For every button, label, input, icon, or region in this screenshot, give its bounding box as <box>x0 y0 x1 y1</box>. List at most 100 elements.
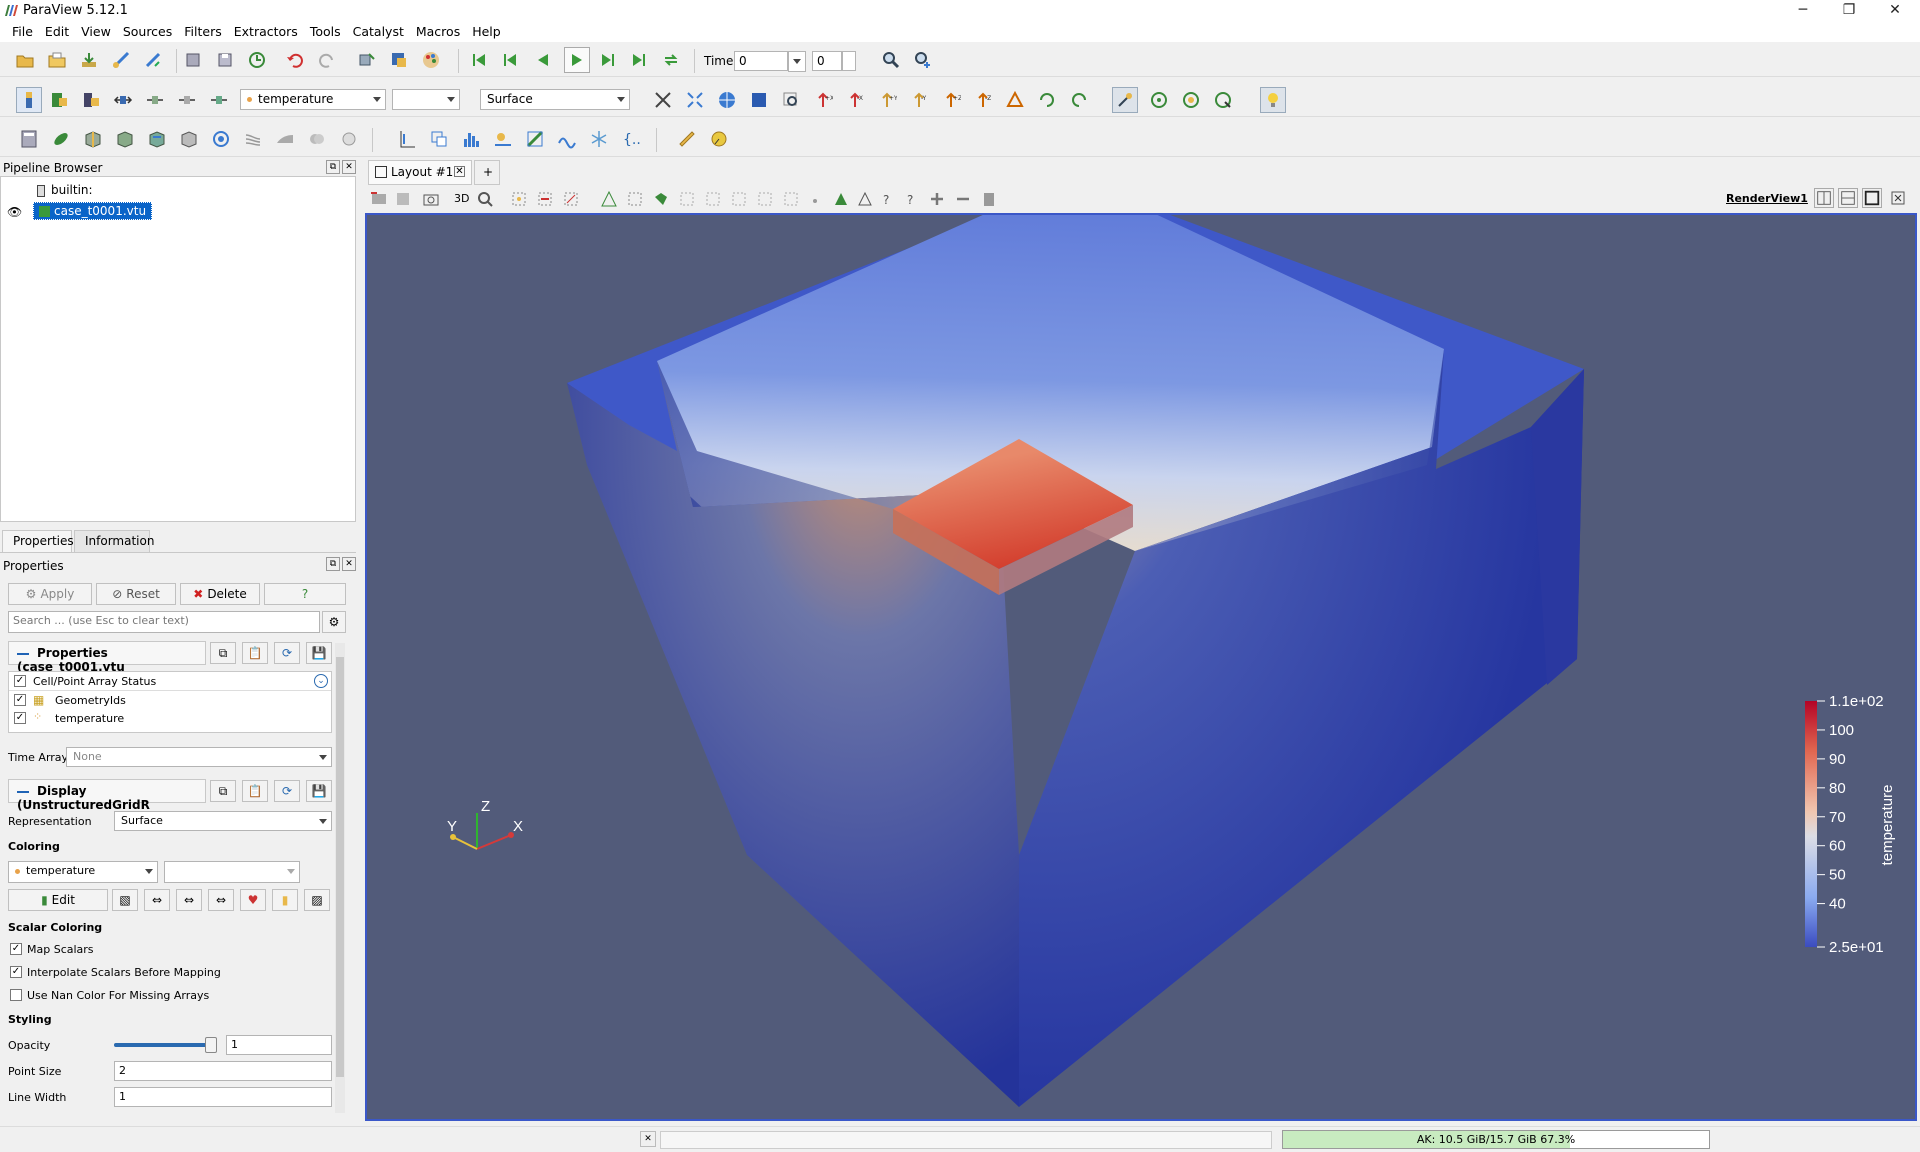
visibility-eye-icon[interactable]: 👁 <box>7 205 22 219</box>
plot-data-icon[interactable] <box>492 128 514 150</box>
isometric-view-icon[interactable] <box>1004 89 1026 111</box>
display-section-header[interactable]: Display (UnstructuredGridR <box>8 779 206 812</box>
plot-over-time-icon[interactable] <box>524 128 546 150</box>
coloring-component-select[interactable] <box>164 861 300 883</box>
sort-icon[interactable]: ⌄ <box>314 674 328 688</box>
reset-session-icon[interactable] <box>246 49 268 71</box>
restore-defaults-icon[interactable]: ⟳ <box>274 642 300 664</box>
menu-help[interactable]: Help <box>466 22 507 39</box>
tab-information[interactable]: Information <box>74 530 154 553</box>
paste-icon[interactable]: 📋 <box>242 642 268 664</box>
disconnect-icon[interactable] <box>142 49 164 71</box>
close-panel-icon[interactable]: ✕ <box>342 160 356 174</box>
edit-color-legend-icon[interactable]: ▨ <box>304 889 330 911</box>
warp-by-vector-icon[interactable] <box>274 128 296 150</box>
show-center-icon[interactable] <box>1148 89 1170 111</box>
undo-icon[interactable] <box>284 49 306 71</box>
camera-undo-view-icon[interactable] <box>474 188 496 210</box>
capture-screenshot-icon[interactable] <box>368 188 390 210</box>
reset-camera-icon[interactable] <box>652 89 674 111</box>
representation-select[interactable]: Surface <box>480 89 630 110</box>
glyph-icon[interactable] <box>210 128 232 150</box>
reverse-play-icon[interactable] <box>532 49 554 71</box>
grow-selection-icon[interactable] <box>754 188 776 210</box>
restore-defaults-icon[interactable]: ⟳ <box>274 780 300 802</box>
open-file-icon[interactable] <box>14 49 36 71</box>
next-frame-icon[interactable] <box>596 49 618 71</box>
threshold-icon[interactable] <box>146 128 168 150</box>
memory-inspector[interactable]: AK: 10.5 GiB/15.7 GiB 67.3% <box>1282 1130 1710 1149</box>
menu-macros[interactable]: Macros <box>410 22 466 39</box>
close-window-button[interactable]: ✕ <box>1872 0 1918 22</box>
find-data-icon[interactable] <box>356 49 378 71</box>
select-frustum-icon[interactable] <box>560 188 582 210</box>
select-polygon-icon[interactable] <box>650 188 672 210</box>
reset-button[interactable]: ⊘ Reset <box>96 583 176 605</box>
copy-screenshot-icon[interactable] <box>392 188 414 210</box>
plot-over-line-icon[interactable] <box>396 128 418 150</box>
temperature-checkbox[interactable]: ✓ <box>14 712 26 724</box>
delete-button[interactable]: ✖ Delete <box>180 583 260 605</box>
time-array-select[interactable]: None <box>66 747 332 767</box>
view-plus-y-icon[interactable]: +Y <box>876 89 898 111</box>
array-status-checkbox[interactable]: ✓ <box>14 675 26 687</box>
pipeline-root[interactable]: builtin: <box>37 183 93 197</box>
snowflake-icon[interactable] <box>588 128 610 150</box>
camera-undo-icon[interactable] <box>912 49 934 71</box>
maximize-view-icon[interactable] <box>1862 188 1882 208</box>
rescale-visible-range-icon[interactable] <box>176 89 198 111</box>
tab-layout-1[interactable]: Layout #1 ✕ <box>368 160 472 185</box>
rescale-temporal-range-icon[interactable]: ⇔ <box>208 889 234 911</box>
view-plus-x-icon[interactable]: +X <box>812 89 834 111</box>
save-defaults-icon[interactable]: 💾 <box>306 642 332 664</box>
clip-icon[interactable] <box>82 128 104 150</box>
contour-icon[interactable] <box>50 128 72 150</box>
interactive-select-icon[interactable] <box>676 188 698 210</box>
menu-tools[interactable]: Tools <box>304 22 347 39</box>
previous-frame-icon[interactable] <box>500 49 522 71</box>
clear-selection-icon[interactable] <box>978 188 1000 210</box>
interpolate-scalars-checkbox[interactable]: ✓ <box>10 966 22 978</box>
tab-properties[interactable]: Properties <box>2 530 74 553</box>
selection-query-icon[interactable]: ? <box>878 188 900 210</box>
apply-button[interactable]: ⚙ Apply <box>8 583 92 605</box>
rescale-data-range-icon[interactable] <box>112 89 134 111</box>
geometryids-checkbox[interactable]: ✓ <box>14 694 26 706</box>
menu-filters[interactable]: Filters <box>178 22 227 39</box>
rescale-custom-range-icon[interactable]: ⇔ <box>176 889 202 911</box>
color-palette-icon[interactable] <box>420 49 442 71</box>
close-tab-icon[interactable]: ✕ <box>454 166 465 177</box>
plot-selection-icon[interactable] <box>556 128 578 150</box>
paste-icon[interactable]: 📋 <box>242 780 268 802</box>
interaction-mode-icon[interactable] <box>748 89 770 111</box>
view-minus-x-icon[interactable]: -X <box>844 89 866 111</box>
menu-view[interactable]: View <box>75 22 117 39</box>
view-minus-z-icon[interactable]: -Z <box>972 89 994 111</box>
time-value-field[interactable]: 0 <box>734 51 788 71</box>
view-plus-z-icon[interactable]: +Z <box>940 89 962 111</box>
select-block-icon[interactable] <box>598 188 620 210</box>
redo-icon[interactable] <box>316 49 338 71</box>
properties-section-header[interactable]: Properties (case_t0001.vtu <box>8 641 206 674</box>
map-scalars-checkbox[interactable]: ✓ <box>10 943 22 955</box>
3d-toggle-button[interactable]: 3D <box>454 192 469 205</box>
close-panel-icon[interactable]: ✕ <box>342 557 356 571</box>
coloring-array-select[interactable]: temperature <box>8 861 158 883</box>
extract-level-icon[interactable] <box>338 128 360 150</box>
separate-colormap-icon[interactable]: ▧ <box>112 889 138 911</box>
zoom-closest-icon[interactable] <box>780 89 802 111</box>
time-index-spinner[interactable] <box>842 51 856 71</box>
choose-preset-icon[interactable]: ♥ <box>240 889 266 911</box>
clear-output-icon[interactable]: ✕ <box>640 1131 656 1147</box>
ruler-icon[interactable] <box>676 128 698 150</box>
select-triangle-points-icon[interactable] <box>854 188 876 210</box>
slice-icon[interactable] <box>114 128 136 150</box>
menu-sources[interactable]: Sources <box>117 22 178 39</box>
shrink-selection-icon[interactable] <box>780 188 802 210</box>
view-minus-y-icon[interactable]: -Y <box>908 89 930 111</box>
last-frame-icon[interactable] <box>628 49 650 71</box>
rotate-plus-90-icon[interactable] <box>1036 89 1058 111</box>
menu-catalyst[interactable]: Catalyst <box>347 22 410 39</box>
camera-icon[interactable] <box>420 188 442 210</box>
advanced-gear-icon[interactable]: ⚙ <box>322 611 346 633</box>
